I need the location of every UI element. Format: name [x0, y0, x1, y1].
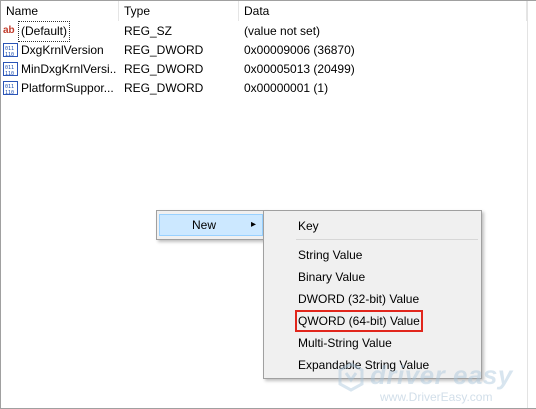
value-type: REG_DWORD	[124, 81, 204, 95]
qword-highlight-box	[295, 310, 423, 332]
watermark-url: www.DriverEasy.com	[380, 390, 493, 404]
value-data: 0x00000001 (1)	[244, 81, 329, 95]
driver-easy-logo-icon	[338, 362, 364, 392]
registry-value-row[interactable]: 011 110 DxgKrnlVersion REG_DWORD 0x000090…	[1, 41, 527, 60]
svg-text:110: 110	[5, 90, 14, 95]
column-header-type[interactable]: Type	[119, 1, 239, 21]
menu-item-new-label: New	[192, 218, 217, 232]
scrollbar-edge	[527, 1, 536, 408]
driver-easy-watermark: driver easy www.DriverEasy.com	[336, 360, 532, 406]
registry-value-row[interactable]: ab (Default) REG_SZ (value not set)	[1, 21, 527, 42]
value-type: REG_DWORD	[124, 43, 204, 57]
menu-item-label: Multi-String Value	[298, 336, 392, 350]
value-name: (Default)	[17, 21, 71, 42]
column-header-name[interactable]: Name	[1, 1, 119, 21]
value-type: REG_DWORD	[124, 62, 204, 76]
menu-item-label: Binary Value	[298, 270, 366, 284]
value-data: (value not set)	[244, 24, 321, 38]
column-header: Name Type Data	[1, 1, 527, 21]
value-data: 0x00005013 (20499)	[244, 62, 355, 76]
menu-item-string-value[interactable]: String Value	[267, 244, 478, 266]
value-name: PlatformSuppor...	[21, 81, 114, 95]
binary-value-icon: 011 110	[3, 81, 18, 96]
context-menu: New ▸	[156, 210, 266, 240]
value-type: REG_SZ	[124, 24, 173, 38]
menu-item-new[interactable]: New ▸	[159, 214, 263, 236]
menu-item-multi-string-value[interactable]: Multi-String Value	[267, 332, 478, 354]
menu-item-label: DWORD (32-bit) Value	[298, 292, 420, 306]
value-name: DxgKrnlVersion	[21, 43, 104, 57]
binary-value-icon: 011 110	[3, 43, 18, 58]
menu-item-label: String Value	[298, 248, 363, 262]
registry-value-row[interactable]: 011 110 MinDxgKrnlVersi... REG_DWORD 0x00…	[1, 60, 527, 79]
svg-text:110: 110	[5, 52, 14, 57]
registry-value-row[interactable]: 011 110 PlatformSuppor... REG_DWORD 0x000…	[1, 79, 527, 98]
new-submenu: Key String Value Binary Value DWORD (32-…	[263, 210, 482, 379]
column-header-data[interactable]: Data	[239, 1, 527, 21]
menu-separator	[296, 239, 478, 240]
binary-value-icon: 011 110	[3, 62, 18, 77]
menu-item-key[interactable]: Key	[267, 215, 478, 237]
svg-text:110: 110	[5, 71, 14, 76]
string-value-icon: ab	[3, 25, 15, 36]
value-name: MinDxgKrnlVersi...	[21, 62, 117, 76]
menu-item-dword-value[interactable]: DWORD (32-bit) Value	[267, 288, 478, 310]
value-data: 0x00009006 (36870)	[244, 43, 355, 57]
menu-item-binary-value[interactable]: Binary Value	[267, 266, 478, 288]
menu-item-label: Key	[298, 219, 319, 233]
chevron-right-icon: ▸	[250, 219, 256, 230]
watermark-brand: driver easy	[370, 360, 513, 390]
